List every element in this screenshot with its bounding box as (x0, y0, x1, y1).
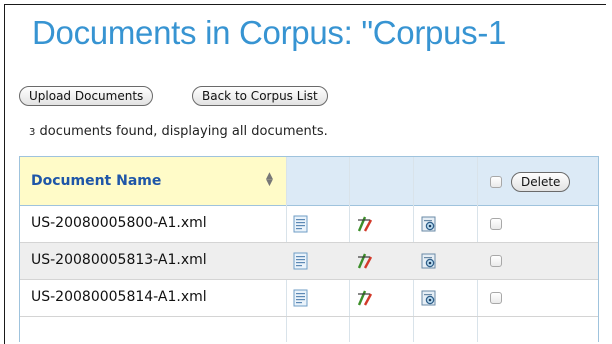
edit-icon[interactable] (356, 289, 374, 307)
preview-icon[interactable] (420, 252, 438, 270)
preview-icon[interactable] (420, 215, 438, 233)
document-name[interactable]: US-20080005800-A1.xml (31, 215, 207, 231)
edit-icon[interactable] (356, 215, 374, 233)
preview-icon[interactable] (420, 289, 438, 307)
document-icon[interactable] (292, 215, 310, 233)
table-header: Document Name ▲ ▼ Delete (20, 157, 598, 206)
table-row: US-20080005814-A1.xml (20, 280, 598, 317)
table-row: US-20080005813-A1.xml (20, 243, 598, 280)
page-title: Documents in Corpus: "Corpus-1 (32, 14, 507, 51)
upload-documents-button[interactable]: Upload Documents (19, 86, 154, 106)
row-checkbox[interactable] (490, 292, 502, 304)
result-summary-text: documents found, displaying all document… (35, 124, 328, 139)
document-icon[interactable] (292, 289, 310, 307)
select-all-checkbox[interactable] (490, 176, 502, 188)
column-header-label: Document Name (31, 173, 162, 189)
edit-icon[interactable] (356, 252, 374, 270)
column-header-document-name[interactable]: Document Name ▲ ▼ (20, 157, 286, 205)
delete-button[interactable]: Delete (511, 172, 571, 192)
document-name[interactable]: US-20080005813-A1.xml (31, 252, 207, 268)
back-to-corpus-list-button[interactable]: Back to Corpus List (192, 86, 328, 106)
result-summary: 3 documents found, displaying all docume… (29, 124, 328, 139)
document-icon[interactable] (292, 252, 310, 270)
document-name[interactable]: US-20080005814-A1.xml (31, 289, 207, 305)
table-row: US-20080005800-A1.xml (20, 206, 598, 243)
row-checkbox[interactable] (490, 255, 502, 267)
sort-icon[interactable]: ▲ ▼ (266, 172, 273, 188)
row-checkbox[interactable] (490, 218, 502, 230)
documents-table: Document Name ▲ ▼ Delete US-20080005800-A… (19, 156, 599, 342)
